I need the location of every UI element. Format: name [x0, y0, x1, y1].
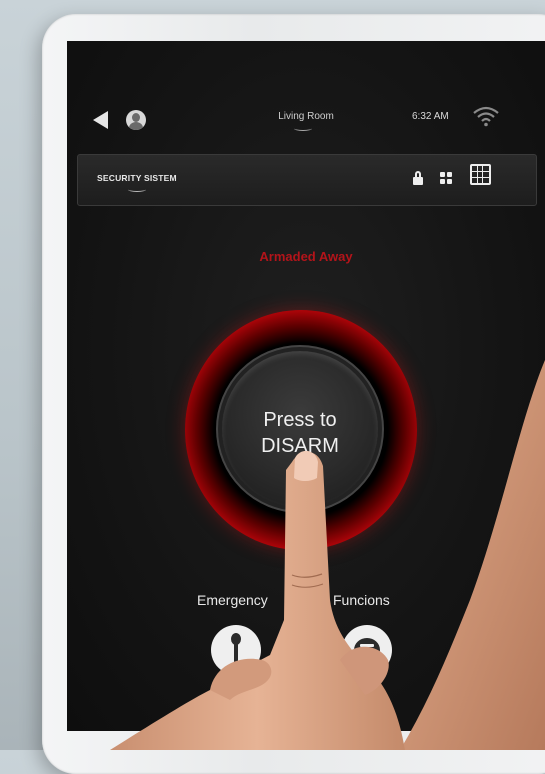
grid-2x2-icon [440, 172, 452, 184]
chevron-down-icon[interactable] [294, 126, 312, 131]
lock-button[interactable] [407, 169, 429, 193]
functions-button[interactable] [342, 625, 392, 675]
disarm-label-line2: DISARM [261, 435, 339, 457]
section-title[interactable]: SECURITY SISTEM [97, 173, 177, 183]
emergency-button[interactable] [211, 625, 261, 675]
alarm-status: Armaded Away [259, 249, 353, 264]
menu-icon [354, 638, 380, 662]
wifi-icon [473, 106, 499, 127]
tablet-screen: Living Room 6:32 AM SECURITY SISTEM Arma… [67, 41, 545, 731]
devices-grid-button[interactable] [435, 169, 457, 193]
functions-label: Funcions [333, 592, 390, 608]
disarm-button[interactable]: Press to DISARM [222, 351, 378, 507]
section-header: SECURITY SISTEM [77, 154, 537, 206]
emergency-icon [231, 633, 241, 665]
chevron-down-icon[interactable] [128, 187, 146, 192]
keypad-grid-icon[interactable] [470, 164, 491, 185]
disarm-label-line1: Press to [263, 409, 337, 431]
clock: 6:32 AM [412, 111, 449, 122]
emergency-label: Emergency [197, 592, 268, 608]
